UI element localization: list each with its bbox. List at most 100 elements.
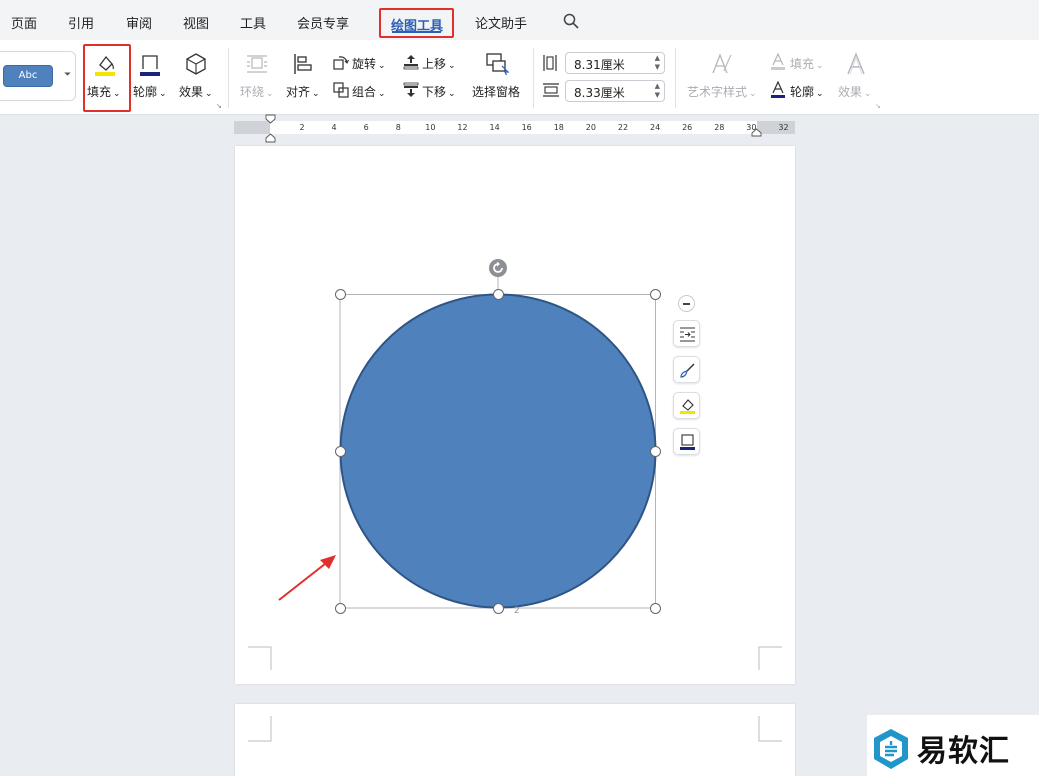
bring-forward-button[interactable]: 上移 ⌄ xyxy=(422,55,456,72)
ribbon-divider xyxy=(675,48,676,108)
text-outline-label: 轮廓 xyxy=(790,85,815,99)
outline-icon[interactable] xyxy=(137,51,163,77)
wrap-button: 环绕 ⌄ xyxy=(240,85,274,99)
rotate-button[interactable]: 旋转 ⌄ xyxy=(352,55,386,72)
page-corner-mark xyxy=(758,716,782,742)
shape-outline-button[interactable] xyxy=(673,428,700,455)
page-corner-mark xyxy=(248,646,272,670)
group-icon[interactable] xyxy=(333,82,349,98)
handle-top-left[interactable] xyxy=(334,289,346,300)
ruler-tick-label: 22 xyxy=(617,123,629,132)
rotate-handle-icon[interactable] xyxy=(488,258,508,278)
paint-bucket-icon[interactable] xyxy=(92,51,118,77)
text-outline-icon[interactable] xyxy=(770,81,786,99)
wrap-label: 环绕 xyxy=(240,85,265,99)
indent-marker-icon[interactable] xyxy=(265,114,276,145)
ribbon-divider xyxy=(533,48,534,108)
spin-down-icon[interactable]: ▼ xyxy=(655,91,660,99)
ruler-tick-label: 2 xyxy=(299,123,305,132)
menu-tab-thesis-assistant[interactable]: 论文助手 xyxy=(475,13,527,32)
handle-top[interactable] xyxy=(492,289,504,300)
dialog-launcher-icon[interactable]: ↘ xyxy=(216,102,222,110)
menu-tab-member[interactable]: 会员专享 xyxy=(297,13,349,32)
handle-bottom-left[interactable] xyxy=(334,602,346,614)
send-backward-icon[interactable] xyxy=(403,82,419,98)
paint-bucket-icon xyxy=(680,399,695,414)
ruler-tick-label: 18 xyxy=(553,123,564,132)
fill-button[interactable]: 填充 ⌄ xyxy=(87,83,121,100)
text-fill-icon xyxy=(771,53,785,70)
effect-cube-icon[interactable] xyxy=(183,51,209,77)
ruler-tick-label: 16 xyxy=(521,123,532,132)
height-field[interactable]: 8.31厘米 ▲ ▼ xyxy=(565,52,665,74)
ruler-tick-label: 26 xyxy=(682,123,693,132)
send-backward-button[interactable]: 下移 ⌄ xyxy=(422,83,456,100)
collapse-tools-button[interactable] xyxy=(678,295,695,312)
spin-down-icon[interactable]: ▼ xyxy=(655,63,660,71)
menu-tab-drawing-tools[interactable]: 绘图工具 xyxy=(379,8,454,38)
group-button[interactable]: 组合 ⌄ xyxy=(352,83,386,100)
outline-label: 轮廓 xyxy=(133,85,158,99)
spin-up-icon[interactable]: ▲ xyxy=(655,82,660,90)
menu-tab-page[interactable]: 页面 xyxy=(11,13,37,32)
ruler-tick-label: 28 xyxy=(714,123,725,132)
bring-forward-icon[interactable] xyxy=(403,54,419,70)
ruler-tick-label: 32 xyxy=(778,123,789,132)
layout-options-button[interactable] xyxy=(673,320,700,347)
art-text-style-button: 艺术字样式 ⌄ xyxy=(687,85,757,99)
ruler-tick-label: 20 xyxy=(585,123,596,132)
ruler-tick-label: 6 xyxy=(363,123,369,132)
text-outline-button[interactable]: 轮廓 ⌄ xyxy=(790,83,824,100)
shape-style-sample[interactable]: Abc xyxy=(3,65,53,87)
watermark-logo xyxy=(874,729,908,769)
handle-bottom-right[interactable] xyxy=(650,602,661,614)
ruler-tick-label: 24 xyxy=(650,123,661,132)
align-button[interactable]: 对齐 ⌄ xyxy=(286,83,320,100)
outline-button[interactable]: 轮廓 ⌄ xyxy=(133,83,167,100)
handle-bottom[interactable] xyxy=(492,602,504,614)
shape-style-button[interactable] xyxy=(673,356,700,383)
selection-pane-icon[interactable] xyxy=(484,51,510,77)
horizontal-ruler[interactable] xyxy=(234,121,795,134)
right-indent-marker-icon[interactable] xyxy=(751,128,762,137)
text-effect-label: 效果 xyxy=(838,85,863,99)
text-effect-button: 效果 ⌄ xyxy=(838,85,872,99)
search-icon[interactable] xyxy=(563,13,579,29)
menu-tab-review[interactable]: 审阅 xyxy=(126,13,152,32)
gallery-more-icon[interactable]: ⏷ xyxy=(64,70,71,80)
fill-label: 填充 xyxy=(87,85,112,99)
active-tab-underline xyxy=(392,31,441,33)
handle-left[interactable] xyxy=(334,445,346,457)
menu-tab-view[interactable]: 视图 xyxy=(183,13,209,32)
effect-button[interactable]: 效果 ⌄ xyxy=(179,83,213,100)
ruler-tick-label: 14 xyxy=(489,123,500,132)
spin-up-icon[interactable]: ▲ xyxy=(655,54,660,62)
width-field[interactable]: 8.33厘米 ▲ ▼ xyxy=(565,80,665,102)
selection-pane-button[interactable]: 选择窗格 xyxy=(472,83,520,100)
wrap-text-icon xyxy=(680,327,695,342)
rotate-icon[interactable] xyxy=(333,54,349,70)
handle-top-right[interactable] xyxy=(650,289,661,300)
text-wrap-icon xyxy=(247,55,267,73)
align-label: 对齐 xyxy=(286,85,311,99)
text-fill-button: 填充 ⌄ xyxy=(790,57,824,71)
effect-label: 效果 xyxy=(179,85,204,99)
document-page[interactable] xyxy=(235,146,795,684)
shape-fill-button[interactable] xyxy=(673,392,700,419)
bring-forward-label: 上移 xyxy=(422,57,447,71)
text-effect-icon xyxy=(847,52,865,75)
menu-tab-tools[interactable]: 工具 xyxy=(240,13,266,32)
document-page-next[interactable] xyxy=(235,704,795,776)
menu-tab-references[interactable]: 引用 xyxy=(68,13,94,32)
handle-right[interactable] xyxy=(650,445,661,457)
ribbon-divider xyxy=(228,48,229,108)
height-icon xyxy=(543,55,557,71)
art-text-label: 艺术字样式 xyxy=(687,85,748,99)
ruler-right-margin xyxy=(757,121,795,134)
group-label: 组合 xyxy=(352,85,377,99)
align-icon[interactable] xyxy=(291,52,315,76)
rotate-label: 旋转 xyxy=(352,57,377,71)
height-value: 8.31厘米 xyxy=(574,58,625,72)
ruler-tick-label: 12 xyxy=(457,123,468,132)
page-corner-mark xyxy=(248,716,272,742)
